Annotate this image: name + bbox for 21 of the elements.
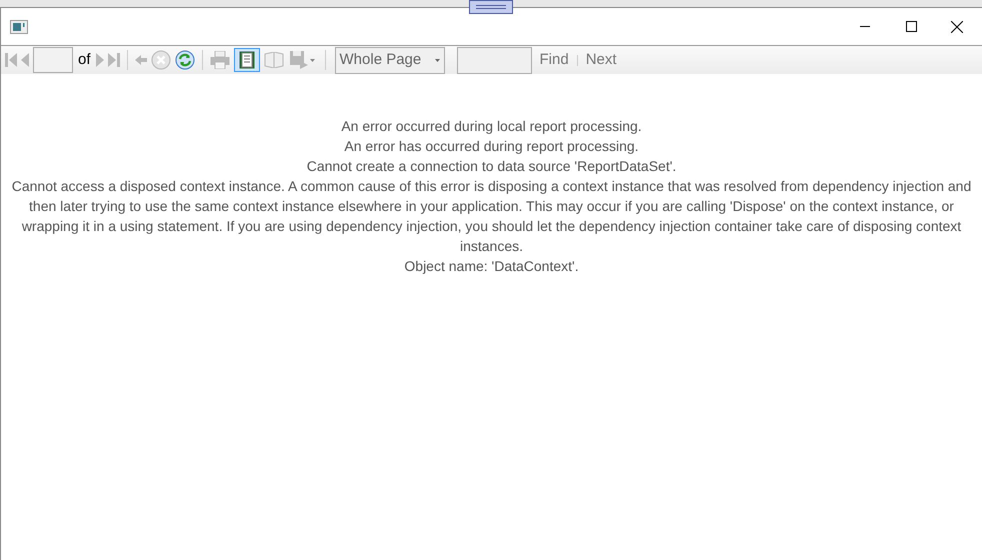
app-icon xyxy=(10,20,28,34)
page-number-field[interactable] xyxy=(33,47,73,73)
page-count-label: of xyxy=(77,50,92,70)
error-message: An error occurred during local report processing. xyxy=(341,117,642,136)
caret-icon xyxy=(310,58,316,62)
drag-handle[interactable] xyxy=(469,0,513,14)
error-message: Cannot access a disposed context instance. A common cause of this error is disposing a context instance that was resolved from dependency injection and then later trying to use the same context instance elsewhere in your application. This may occur if you are calling 'Dispose' on the context instance, or wrapping it in a using statement. If you are using dependency injection, you should let the dependency injection container take care of disposing context instances. xyxy=(10,177,972,256)
page-icon xyxy=(238,51,255,69)
caret-icon xyxy=(434,58,440,62)
find-link[interactable]: Find xyxy=(536,48,573,72)
print-layout-button[interactable] xyxy=(234,48,260,72)
search-field[interactable] xyxy=(456,46,532,74)
minimize-icon xyxy=(860,26,870,27)
export-button[interactable] xyxy=(288,48,318,72)
error-message: An error has occurred during report processing. xyxy=(344,137,639,156)
maximize-icon xyxy=(906,21,916,32)
zoom-dropdown[interactable]: Whole Page xyxy=(334,46,445,74)
error-message: Object name: 'DataContext'. xyxy=(404,257,579,276)
close-icon xyxy=(951,20,963,32)
next-link[interactable]: Next xyxy=(582,48,621,72)
error-message: Cannot create a connection to data source 'ReportDataSet'. xyxy=(306,157,676,176)
